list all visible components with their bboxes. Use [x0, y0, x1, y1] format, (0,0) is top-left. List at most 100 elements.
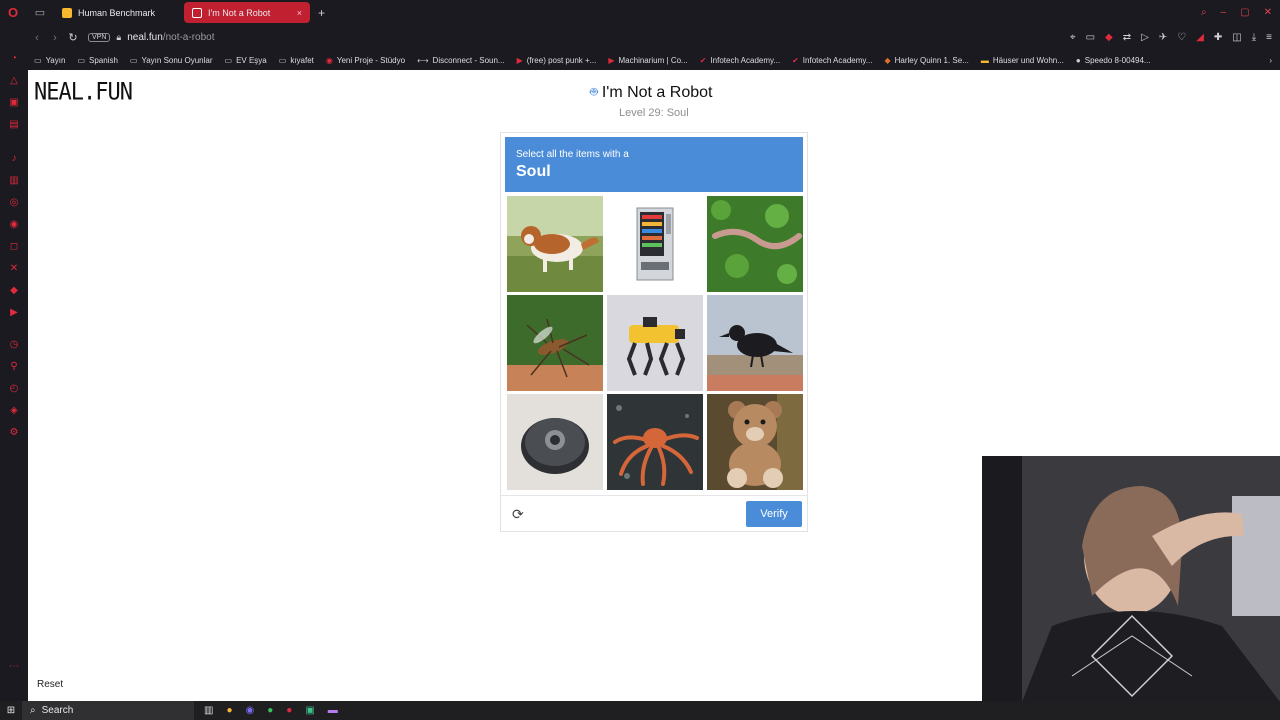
back-icon[interactable]: ‹ [28, 32, 46, 44]
opera-logo-icon[interactable]: O [0, 0, 26, 25]
download-icon[interactable]: ⤓ [1252, 32, 1256, 43]
heart-icon[interactable]: ♡ [1177, 32, 1186, 43]
bookmark-item[interactable]: ▭ kıyafet [279, 56, 314, 65]
url-field[interactable]: neal.fun/not-a-robot [127, 32, 214, 43]
tab-menu-icon[interactable]: ▭ [26, 0, 54, 25]
tile-earthworm[interactable] [707, 196, 803, 292]
sidebar-history-icon[interactable]: ◷ [8, 339, 20, 351]
tile-vending-machine[interactable] [607, 196, 703, 292]
menu-icon[interactable]: ≡ [1266, 32, 1272, 43]
search-icon: ⌕ [30, 705, 36, 716]
tile-teddy-bear[interactable] [707, 394, 803, 490]
sidebar-more-icon[interactable]: ⋯ [8, 661, 20, 673]
sidebar-pin-icon[interactable]: ⚲ [8, 361, 20, 373]
close-tab-icon[interactable]: × [297, 8, 302, 18]
sidebar-tiktok-icon[interactable]: ♪ [8, 153, 20, 165]
speed-icon[interactable]: ✈ [1159, 32, 1167, 43]
translate-icon[interactable]: ⇄ [1123, 32, 1131, 43]
human-benchmark-favicon-icon [62, 7, 72, 18]
tile-mosquito[interactable] [507, 295, 603, 391]
bookmarks-bar: ▭ Yayın ▭ Spanish ▭ Yayın Sonu Oyunlar ▭ EV … [28, 50, 1280, 70]
sidebar-instagram-icon[interactable]: ◻ [8, 241, 20, 253]
new-tab-icon[interactable]: + [318, 6, 325, 20]
close-window-icon[interactable]: ✕ [1264, 7, 1272, 18]
bookmark-item[interactable]: ▶ (free) post punk +... [517, 56, 597, 65]
captcha-footer: ⟳ Verify [501, 495, 807, 531]
lock-icon[interactable]: 🔒︎ [116, 32, 121, 43]
bookmark-item[interactable]: ✔ Infotech Academy... [792, 56, 872, 65]
search-tabs-icon[interactable]: ⌕ [1201, 7, 1207, 18]
sidebar-ai-icon[interactable]: △ [8, 75, 20, 87]
app-icon[interactable]: ▣ [305, 705, 314, 716]
bookmark-item[interactable]: ▶ Machinarium | Co... [608, 56, 687, 65]
url-host: neal.fun [127, 32, 163, 43]
bookmark-item[interactable]: ◉ Yeni Proje - Stüdyo [326, 56, 405, 65]
sidebar-cube-icon[interactable]: ◈ [8, 405, 20, 417]
bookmark-item[interactable]: ▭ Yayın Sonu Oyunlar [130, 56, 213, 65]
folder-icon: ▭ [129, 55, 138, 65]
sidebar-messenger-icon[interactable]: ▣ [8, 97, 20, 109]
sidebar-discord-icon[interactable]: ◆ [8, 285, 20, 297]
extensions-icon[interactable]: ✚ [1214, 32, 1222, 43]
bookmark-item[interactable]: ▭ Yayın [34, 56, 65, 65]
snapshot-icon[interactable]: ▭ [1086, 32, 1095, 43]
site-logo[interactable]: NEAL.FUN [34, 79, 133, 107]
bookmark-item[interactable]: ▭ EV Eşya [225, 56, 267, 65]
sidebar-twitch-icon[interactable]: ▥ [8, 175, 20, 187]
reset-button[interactable]: Reset [37, 679, 63, 690]
vpn-badge[interactable]: VPN [88, 33, 111, 42]
taskbar: ⊞ ⌕ Search ▥ ● ◉ ● ● ▣ ▬ [0, 701, 1280, 720]
sidebar-settings-icon[interactable]: ⚙ [8, 427, 20, 439]
sidebar-messenger2-icon[interactable]: ◎ [8, 197, 20, 209]
extension-pin-icon[interactable]: ⌖ [1070, 32, 1076, 43]
tab-label: Human Benchmark [78, 7, 156, 18]
sidebar-aria-icon[interactable]: ◔ [8, 53, 20, 65]
maximize-icon[interactable]: ▢ [1240, 7, 1249, 18]
task-view-icon[interactable]: ▥ [204, 705, 213, 716]
captcha-keyword: Soul [516, 163, 551, 180]
earthworm-image [707, 196, 803, 292]
refresh-icon[interactable]: ⟳ [512, 506, 524, 523]
bookmark-item[interactable]: ✔ Infotech Academy... [700, 56, 780, 65]
taskbar-search-label: Search [41, 705, 74, 716]
crow-image [707, 295, 803, 391]
discord-icon[interactable]: ◉ [246, 705, 255, 716]
bookmark-item[interactable]: ● Speedo 8-00494... [1076, 56, 1151, 65]
sidebar-clock-icon[interactable]: ◴ [8, 383, 20, 395]
sidebar-whatsapp-icon[interactable]: ◉ [8, 219, 20, 231]
wallet-icon[interactable]: ◫ [1232, 32, 1241, 43]
player-icon[interactable]: ▷ [1141, 32, 1149, 43]
taskbar-search[interactable]: ⌕ Search [22, 701, 194, 720]
reload-icon[interactable]: ↻ [64, 31, 82, 44]
sidebar-x-icon[interactable]: ✕ [8, 263, 20, 275]
obs-icon[interactable]: ▬ [328, 705, 338, 716]
forward-icon[interactable]: › [46, 32, 64, 44]
tile-dog[interactable] [507, 196, 603, 292]
link-icon: ⟷ [417, 55, 429, 65]
tab-not-a-robot[interactable]: I'm Not a Robot × [184, 2, 310, 23]
bookmark-item[interactable]: ◆ Harley Quinn 1. Se... [884, 56, 968, 65]
captcha-grid [507, 196, 803, 492]
bookmark-item[interactable]: ⟷ Disconnect - Soun... [417, 56, 505, 65]
tile-robot-dog[interactable] [607, 295, 703, 391]
tab-human-benchmark[interactable]: Human Benchmark [54, 2, 180, 23]
bookmark-item[interactable]: ▬ Häuser und Wohn... [981, 56, 1064, 65]
tile-robot-vacuum[interactable] [507, 394, 603, 490]
windows-start-icon[interactable]: ⊞ [0, 705, 22, 716]
site-icon: ✔ [699, 55, 707, 65]
sidebar-youtube-icon[interactable]: ▶ [8, 307, 20, 319]
tile-octopus[interactable] [607, 394, 703, 490]
bookmark-item[interactable]: ▭ Spanish [77, 56, 117, 65]
chrome-icon[interactable]: ● [226, 705, 232, 716]
bookmarks-more-icon[interactable]: › [1269, 56, 1280, 65]
opera-icon[interactable]: ● [286, 705, 292, 716]
spotify-icon[interactable]: ● [267, 705, 273, 716]
adblock-icon[interactable]: ◆ [1105, 32, 1113, 43]
tile-crow[interactable] [707, 295, 803, 391]
verify-button[interactable]: Verify [746, 501, 802, 527]
extension-red-icon[interactable]: ◢ [1196, 32, 1204, 43]
url-path: /not-a-robot [162, 32, 215, 43]
sidebar-mail-icon[interactable]: ▤ [8, 119, 20, 131]
dog-image [507, 196, 603, 292]
minimize-icon[interactable]: – [1221, 7, 1227, 18]
